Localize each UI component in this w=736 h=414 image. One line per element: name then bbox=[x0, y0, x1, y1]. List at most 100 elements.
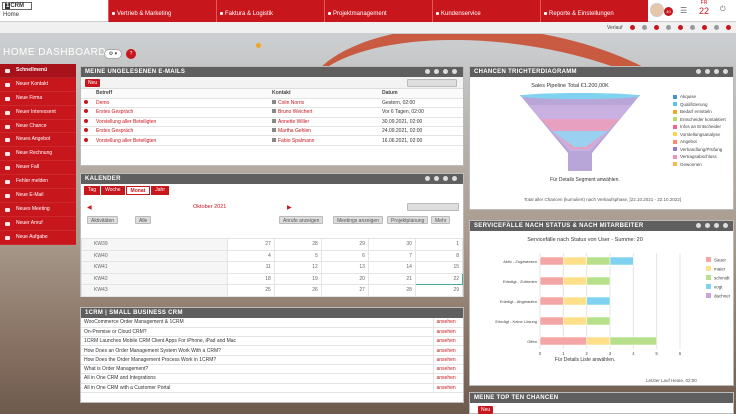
calendar-day-cell[interactable]: 26 bbox=[273, 284, 322, 297]
view-link[interactable]: ansehen bbox=[432, 355, 463, 366]
week-number[interactable]: KW39 bbox=[81, 238, 228, 251]
calendar-day-cell[interactable]: 28 bbox=[367, 284, 416, 297]
list-item[interactable]: On-Premise or Cloud CRM? ansehen bbox=[81, 327, 463, 338]
legend-item[interactable]: Infos an Entscheider bbox=[673, 123, 726, 131]
bar-segment[interactable] bbox=[563, 296, 587, 306]
sidebar-item-neuer-anruf[interactable]: Neuer Anruf bbox=[0, 217, 76, 231]
bar-segment[interactable] bbox=[609, 336, 657, 346]
tab-jahr[interactable]: Jahr bbox=[151, 186, 170, 195]
legend-item[interactable]: Bedarf ermitteln bbox=[673, 108, 726, 116]
email-subject[interactable]: Erstes Gespräch bbox=[96, 109, 133, 115]
news-title-text[interactable]: How Does the Order Management Process Wo… bbox=[81, 355, 433, 366]
prev-month-icon[interactable]: ◀ bbox=[87, 204, 92, 211]
col-date[interactable]: Datum bbox=[379, 89, 463, 99]
calendar-day-cell[interactable]: 30 bbox=[367, 238, 416, 251]
sidebar-item-neuer-interessent[interactable]: Neuer Interessent bbox=[0, 106, 76, 120]
news-title-text[interactable]: 1CRM Launches Mobile CRM Client Apps For… bbox=[81, 336, 433, 347]
calendar-day-cell[interactable]: 5 bbox=[273, 249, 322, 262]
note-icon[interactable] bbox=[690, 25, 695, 30]
sidebar-item-fehler-melden[interactable]: Fehler melden bbox=[0, 175, 76, 190]
app-logo[interactable]: 1CRM bbox=[2, 2, 32, 10]
list-item[interactable]: What is Order Management? ansehen bbox=[81, 364, 463, 375]
calendar-day-cell[interactable]: 19 bbox=[273, 272, 322, 285]
show-calls-button[interactable]: Anrufe anzeigen bbox=[279, 216, 324, 224]
refresh-icon[interactable] bbox=[696, 69, 701, 74]
list-item[interactable]: How Does an Order Management System Work… bbox=[81, 345, 463, 356]
table-row[interactable]: Vorstellung aller Beteiligten Annette Wil… bbox=[81, 117, 463, 128]
nav-reporte[interactable]: Reporte & Einstellungen bbox=[540, 0, 648, 22]
close-icon[interactable] bbox=[723, 223, 728, 228]
settings-button[interactable]: ⚙ ▾ bbox=[104, 49, 122, 59]
service-chart[interactable]: 0 1 2 3 4 5 6 Aktiv - Zugewiesen Erledigt - Zufr… bbox=[470, 247, 735, 367]
view-link[interactable]: ansehen bbox=[432, 336, 463, 347]
news-title-text[interactable]: All in One CRM and Integrations bbox=[81, 373, 433, 384]
show-meetings-button[interactable]: Meetings anzeigen bbox=[333, 216, 383, 224]
help-button[interactable]: ? bbox=[126, 49, 136, 59]
tab-tag[interactable]: Tag bbox=[84, 186, 101, 195]
view-link[interactable]: ansehen bbox=[432, 383, 463, 393]
sidebar-item-neue-aufgabe[interactable]: Neue Aufgabe bbox=[0, 231, 76, 245]
calendar-day-cell[interactable]: 20 bbox=[320, 272, 369, 285]
home-link[interactable]: Home bbox=[3, 12, 19, 18]
news-title-text[interactable]: On-Premise or Cloud CRM? bbox=[81, 327, 433, 338]
bar-segment[interactable] bbox=[586, 316, 611, 326]
email-contact[interactable]: Annette Willer bbox=[278, 119, 309, 125]
avatar[interactable] bbox=[650, 3, 664, 17]
sidebar-item-neue-chance[interactable]: Neue Chance bbox=[0, 120, 76, 134]
calendar-day-cell[interactable]: 28 bbox=[273, 238, 322, 251]
collapse-icon[interactable] bbox=[714, 69, 719, 74]
power-icon[interactable]: ⏻ bbox=[720, 6, 726, 14]
email-contact[interactable]: Fabio Spalmann bbox=[278, 138, 314, 144]
collapse-icon[interactable] bbox=[443, 176, 448, 181]
favorite-icon[interactable] bbox=[726, 25, 731, 30]
view-link[interactable]: ansehen bbox=[432, 318, 463, 328]
view-link[interactable]: ansehen bbox=[432, 364, 463, 375]
news-title-text[interactable]: WooCommerce Order Management & 1CRM bbox=[81, 318, 433, 328]
new-chance-button[interactable]: Neu bbox=[478, 406, 494, 414]
bar-segment[interactable] bbox=[563, 276, 587, 286]
nav-faktura[interactable]: Faktura & Logistik bbox=[216, 0, 324, 22]
email-icon[interactable] bbox=[642, 25, 647, 30]
quick-menu-header[interactable]: Schnellmenü bbox=[0, 64, 76, 78]
bar-segment[interactable] bbox=[539, 276, 564, 286]
calendar-day-cell[interactable]: 15 bbox=[414, 261, 464, 274]
project-icon[interactable] bbox=[714, 25, 719, 30]
bar-segment[interactable] bbox=[609, 256, 634, 266]
filter-activities[interactable]: Aktivitäten bbox=[87, 216, 119, 224]
week-number[interactable]: KW40 bbox=[81, 249, 228, 262]
bar-segment[interactable] bbox=[563, 316, 587, 326]
refresh-icon[interactable] bbox=[425, 69, 430, 74]
calendar-day-cell[interactable]: 29 bbox=[414, 284, 464, 297]
calendar-day-cell[interactable]: 27 bbox=[320, 284, 369, 297]
table-row[interactable]: Demo Colin Norris Gestern, 02:00 bbox=[81, 98, 463, 109]
calendar-day-cell[interactable]: 27 bbox=[226, 238, 275, 251]
news-title-text[interactable]: All in One CRM with a Customer Portal bbox=[81, 383, 433, 393]
project-planning-button[interactable]: Projektplanung bbox=[387, 216, 429, 224]
task-icon[interactable] bbox=[666, 25, 671, 30]
email-contact[interactable]: Martha Gehlen bbox=[278, 128, 311, 134]
list-item[interactable]: All in One CRM with a Customer Portal ans… bbox=[81, 383, 463, 393]
next-month-icon[interactable]: ▶ bbox=[287, 204, 292, 211]
nav-projektmanagement[interactable]: Projektmanagement bbox=[324, 0, 432, 22]
nav-kundenservice[interactable]: Kundenservice bbox=[432, 0, 540, 22]
bar-segment[interactable] bbox=[563, 256, 587, 266]
calendar-day-cell[interactable]: 18 bbox=[226, 272, 275, 285]
calendar-day-cell[interactable]: 4 bbox=[226, 249, 275, 262]
tab-woche[interactable]: Woche bbox=[101, 186, 125, 195]
more-button[interactable]: Mehr bbox=[431, 216, 451, 224]
collapse-icon[interactable] bbox=[714, 223, 719, 228]
table-row[interactable]: Erstes Gespräch Bruno Weichert Vor 6 Tagen… bbox=[81, 107, 463, 118]
history-label[interactable]: Verlauf bbox=[607, 25, 623, 31]
email-subject[interactable]: Demo bbox=[96, 100, 109, 106]
nav-vertrieb[interactable]: Vertrieb & Marketing bbox=[108, 0, 216, 22]
sidebar-item-neues-meeting[interactable]: Neues Meeting bbox=[0, 203, 76, 217]
calendar-today-cell[interactable]: 22 bbox=[414, 272, 464, 285]
sidebar-item-neue-firma[interactable]: Neue Firma bbox=[0, 92, 76, 106]
week-number[interactable]: KW42 bbox=[81, 272, 228, 285]
view-link[interactable]: ansehen bbox=[432, 327, 463, 338]
settings-icon[interactable] bbox=[705, 223, 710, 228]
menu-icon[interactable]: ☰ bbox=[680, 6, 687, 15]
sidebar-item-neues-angebot[interactable]: Neues Angebot bbox=[0, 133, 76, 148]
settings-icon[interactable] bbox=[434, 69, 439, 74]
email-contact[interactable]: Bruno Weichert bbox=[278, 109, 312, 115]
